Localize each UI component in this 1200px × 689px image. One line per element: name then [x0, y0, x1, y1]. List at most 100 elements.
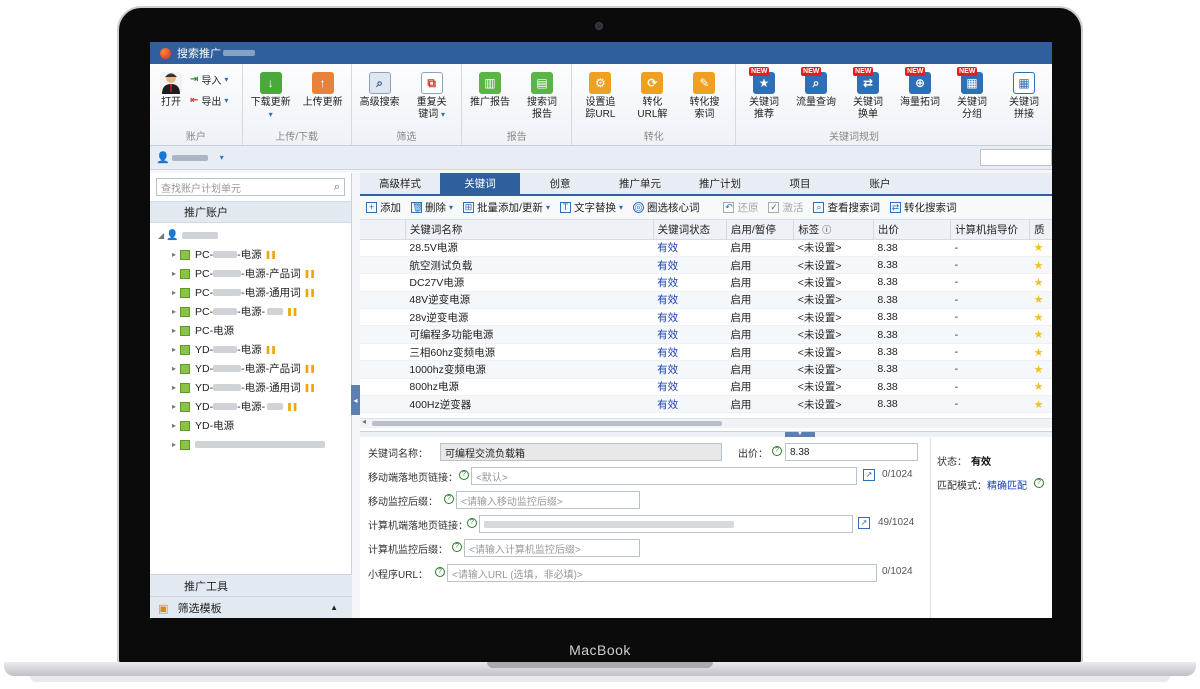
table-row[interactable]: 800hz电源 有效 启用 <未设置> 8.38- ★: [360, 378, 1052, 397]
triangle-right-icon: ▸: [172, 326, 177, 335]
tab-6[interactable]: 项目: [760, 173, 840, 194]
core-word-button[interactable]: ◎ 圈选核心词: [632, 200, 699, 215]
select-column[interactable]: [360, 220, 406, 240]
add-button[interactable]: + 添加: [366, 200, 401, 215]
promotion-tools[interactable]: 推广工具: [150, 574, 352, 596]
tree-item[interactable]: ▸ PC- -电源 ❚❚: [150, 245, 351, 264]
tab-2[interactable]: 关键词: [440, 173, 520, 194]
tree-item[interactable]: ▸ YD- -电源- ❚❚: [150, 397, 351, 416]
column-header[interactable]: 质: [1029, 220, 1052, 240]
tab-4[interactable]: 推广单元: [600, 173, 680, 194]
tree-item[interactable]: ▸ PC-电源: [150, 321, 351, 340]
view-search-terms-button[interactable]: ⌕ 查看搜索词: [813, 200, 880, 215]
table-row[interactable]: DC27V电源 有效 启用 <未设置> 8.38- ★: [360, 273, 1052, 292]
table-cell: 8.38: [873, 360, 951, 379]
pc-url-field[interactable]: [479, 515, 853, 533]
row-selector[interactable]: [360, 239, 406, 257]
tree-item[interactable]: ▸ YD- -电源-产品词 ❚❚: [150, 359, 351, 378]
row-selector[interactable]: [360, 308, 406, 327]
account-tree-search[interactable]: 查找账户计划单元 ⌕: [156, 178, 345, 196]
tree-item[interactable]: ▸ YD-电源: [150, 416, 351, 435]
help-icon[interactable]: ⓘ: [822, 225, 831, 235]
external-link-icon[interactable]: ↗: [858, 517, 870, 529]
match-mode-value[interactable]: 精确匹配: [987, 477, 1027, 492]
column-header[interactable]: 关键词名称: [405, 220, 654, 240]
table-row[interactable]: 三相60hz变频电源 有效 启用 <未设置> 8.38- ★: [360, 343, 1052, 362]
table-cell: 有效: [653, 256, 727, 275]
export-button[interactable]: ⇤ 导出 ▾: [190, 93, 228, 108]
row-selector[interactable]: [360, 256, 406, 275]
restore-button[interactable]: ↶ 还原: [723, 200, 758, 215]
scrollbar-thumb[interactable]: [372, 421, 722, 426]
delete-button[interactable]: 🗑 删除 ▾: [411, 200, 453, 215]
table-row[interactable]: 航空测试负载 有效 启用 <未设置> 8.38- ★: [360, 256, 1052, 275]
horizontal-scrollbar[interactable]: ◂: [360, 417, 1052, 428]
redacted-url: [484, 520, 734, 528]
activate-button[interactable]: ✓ 激活: [768, 200, 803, 215]
help-icon[interactable]: ?: [772, 446, 782, 456]
table-cell: -: [950, 378, 1030, 397]
table-row[interactable]: 28.5V电源 有效 启用 <未设置> 8.38- ★: [360, 239, 1052, 257]
tree-item[interactable]: ▸: [150, 435, 351, 454]
quality-star-icon: ★: [1029, 291, 1052, 310]
tab-5[interactable]: 推广计划: [680, 173, 760, 194]
column-header[interactable]: 出价: [873, 220, 952, 240]
mini-program-field[interactable]: <请输入URL (选填，非必填)>: [447, 564, 877, 582]
table-row[interactable]: 1000hz变频电源 有效 启用 <未设置> 8.38- ★: [360, 360, 1052, 379]
help-icon[interactable]: ?: [452, 542, 462, 552]
pc-suffix-field[interactable]: <请输入计算机监控后缀>: [464, 539, 640, 557]
row-selector[interactable]: [360, 360, 406, 379]
help-icon[interactable]: ?: [1034, 478, 1044, 488]
group-label: 转化: [643, 132, 664, 143]
help-icon[interactable]: ?: [467, 518, 477, 528]
collapse-left-button[interactable]: ◂: [351, 385, 360, 415]
filter-template[interactable]: ▣ 筛选模板 ▲: [150, 596, 352, 618]
text-replace-button[interactable]: T 文字替换 ▾: [559, 200, 623, 215]
keyword-name-field[interactable]: 可编程交流负载箱: [440, 443, 722, 461]
help-icon[interactable]: ?: [444, 494, 454, 504]
column-header[interactable]: 关键词状态: [653, 220, 727, 240]
tree-item[interactable]: ▸ YD- -电源 ❚❚: [150, 340, 351, 359]
table-row[interactable]: 可编程多功能电源 有效 启用 <未设置> 8.38- ★: [360, 325, 1052, 344]
row-selector[interactable]: [360, 273, 406, 292]
chevron-down-icon[interactable]: ▼: [785, 431, 815, 437]
global-search-input[interactable]: [980, 149, 1052, 166]
row-selector[interactable]: [360, 325, 406, 344]
column-header[interactable]: 计算机指导价: [950, 220, 1031, 240]
table-row[interactable]: 400Hz逆变器 有效 启用 <未设置> 8.38- ★: [360, 395, 1052, 414]
table-row[interactable]: 28v逆变电源 有效 启用 <未设置> 8.38- ★: [360, 308, 1052, 327]
mobile-url-field[interactable]: <默认>: [471, 467, 857, 485]
table-row[interactable]: 48V逆变电源 有效 启用 <未设置> 8.38- ★: [360, 291, 1052, 310]
keyword-merge-button[interactable]: ▦ 关键词 拼接: [998, 67, 1050, 145]
batch-update-button[interactable]: ⊞ 批量添加/更新 ▾: [463, 200, 550, 215]
external-link-icon[interactable]: ↗: [863, 469, 875, 481]
row-selector[interactable]: [360, 378, 406, 397]
tab-3[interactable]: 创意: [520, 173, 600, 194]
pause-icon: ❚❚: [303, 383, 316, 392]
convert-search-terms-button[interactable]: ⇄ 转化搜索词: [889, 200, 956, 215]
row-selector[interactable]: [360, 291, 406, 310]
tree-item[interactable]: ▸ PC- -电源- ❚❚: [150, 302, 351, 321]
tab-7[interactable]: 账户: [840, 173, 920, 194]
table-cell: 8.38: [873, 378, 951, 397]
help-icon[interactable]: ?: [459, 470, 469, 480]
table-cell: 有效: [653, 291, 727, 310]
row-selector[interactable]: [360, 395, 406, 414]
import-button[interactable]: ⇥ 导入 ▾: [190, 72, 228, 87]
pause-icon: ❚❚: [303, 364, 316, 373]
panel-splitter[interactable]: ▼: [360, 431, 1052, 437]
tree-item[interactable]: ▸ PC- -电源-产品词 ❚❚: [150, 264, 351, 283]
tree-root[interactable]: ◢ 👤: [150, 226, 351, 245]
mobile-suffix-field[interactable]: <请输入移动监控后缀>: [456, 491, 640, 509]
group-label: 关键词规划: [829, 132, 880, 143]
help-icon[interactable]: ?: [435, 567, 445, 577]
account-switcher[interactable]: 👤 ▾: [150, 146, 1052, 170]
tree-item[interactable]: ▸ YD- -电源-通用词 ❚❚: [150, 378, 351, 397]
row-selector[interactable]: [360, 343, 406, 362]
column-header[interactable]: 启用/暂停: [726, 220, 795, 240]
tree-item[interactable]: ▸ PC- -电源-通用词 ❚❚: [150, 283, 351, 302]
tab-1[interactable]: 高级样式: [360, 173, 440, 194]
column-header[interactable]: 标签 ⓘ: [793, 220, 874, 240]
bid-field[interactable]: 8.38: [785, 443, 918, 461]
table-cell: 可编程多功能电源: [405, 325, 654, 344]
